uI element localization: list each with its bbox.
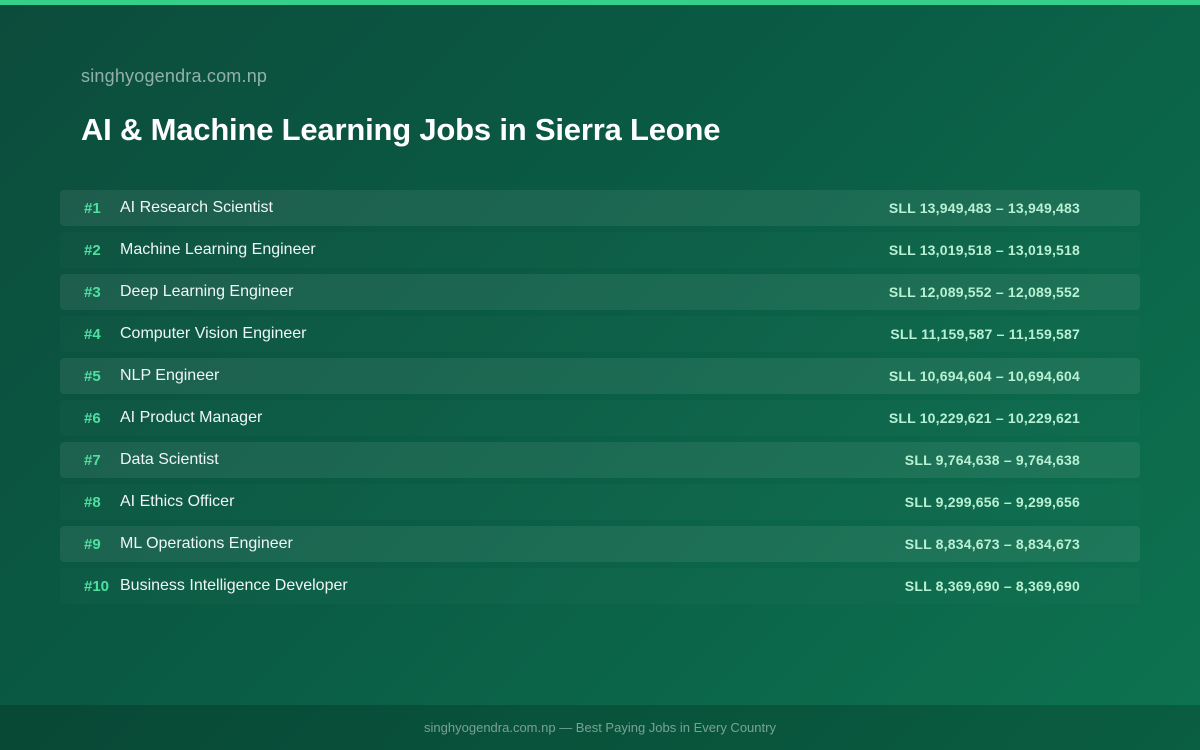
job-row: #1 AI Research Scientist SLL 13,949,483 … (60, 190, 1140, 226)
job-salary: SLL 13,949,483 – 13,949,483 (888, 200, 1080, 216)
job-salary: SLL 9,764,638 – 9,764,638 (904, 452, 1080, 468)
job-salary: SLL 8,369,690 – 8,369,690 (904, 578, 1080, 594)
footer-text: singhyogendra.com.np — Best Paying Jobs … (424, 720, 776, 735)
job-row: #4 Computer Vision Engineer SLL 11,159,5… (60, 316, 1140, 352)
page-title: AI & Machine Learning Jobs in Sierra Leo… (81, 112, 721, 147)
job-rank: #8 (84, 493, 101, 511)
footer: singhyogendra.com.np — Best Paying Jobs … (0, 705, 1200, 750)
job-title: Machine Learning Engineer (120, 241, 316, 258)
job-rank: #6 (84, 409, 101, 427)
job-salary: SLL 9,299,656 – 9,299,656 (904, 494, 1080, 510)
job-title: Business Intelligence Developer (120, 577, 348, 594)
job-rank: #1 (84, 199, 101, 217)
job-row: #7 Data Scientist SLL 9,764,638 – 9,764,… (60, 442, 1140, 478)
job-title: AI Research Scientist (120, 199, 273, 216)
job-salary: SLL 8,834,673 – 8,834,673 (904, 536, 1080, 552)
job-salary: SLL 10,229,621 – 10,229,621 (888, 410, 1080, 426)
job-title: Data Scientist (120, 451, 219, 468)
job-row: #10 Business Intelligence Developer SLL … (60, 568, 1140, 604)
job-title: Deep Learning Engineer (120, 283, 294, 300)
job-row: #8 AI Ethics Officer SLL 9,299,656 – 9,2… (60, 484, 1140, 520)
job-salary: SLL 11,159,587 – 11,159,587 (890, 326, 1080, 342)
job-row: #3 Deep Learning Engineer SLL 12,089,552… (60, 274, 1140, 310)
job-rank: #9 (84, 535, 101, 553)
site-name: singhyogendra.com.np (81, 66, 268, 86)
job-rank: #3 (84, 283, 101, 301)
job-rank: #2 (84, 241, 101, 259)
job-rank: #7 (84, 451, 101, 469)
job-title: AI Product Manager (120, 409, 263, 426)
job-title: NLP Engineer (120, 367, 220, 384)
top-accent-bar (0, 0, 1200, 5)
job-list: #1 AI Research Scientist SLL 13,949,483 … (60, 190, 1140, 610)
job-rank: #10 (84, 577, 110, 595)
job-salary: SLL 12,089,552 – 12,089,552 (888, 284, 1080, 300)
job-row: #6 AI Product Manager SLL 10,229,621 – 1… (60, 400, 1140, 436)
job-row: #2 Machine Learning Engineer SLL 13,019,… (60, 232, 1140, 268)
job-salary: SLL 10,694,604 – 10,694,604 (888, 368, 1080, 384)
job-row: #5 NLP Engineer SLL 10,694,604 – 10,694,… (60, 358, 1140, 394)
job-row: #9 ML Operations Engineer SLL 8,834,673 … (60, 526, 1140, 562)
job-title: Computer Vision Engineer (120, 325, 307, 342)
job-title: AI Ethics Officer (120, 493, 235, 510)
job-salary: SLL 13,019,518 – 13,019,518 (888, 242, 1080, 258)
job-title: ML Operations Engineer (120, 535, 293, 552)
job-rank: #4 (84, 325, 101, 343)
job-rank: #5 (84, 367, 101, 385)
